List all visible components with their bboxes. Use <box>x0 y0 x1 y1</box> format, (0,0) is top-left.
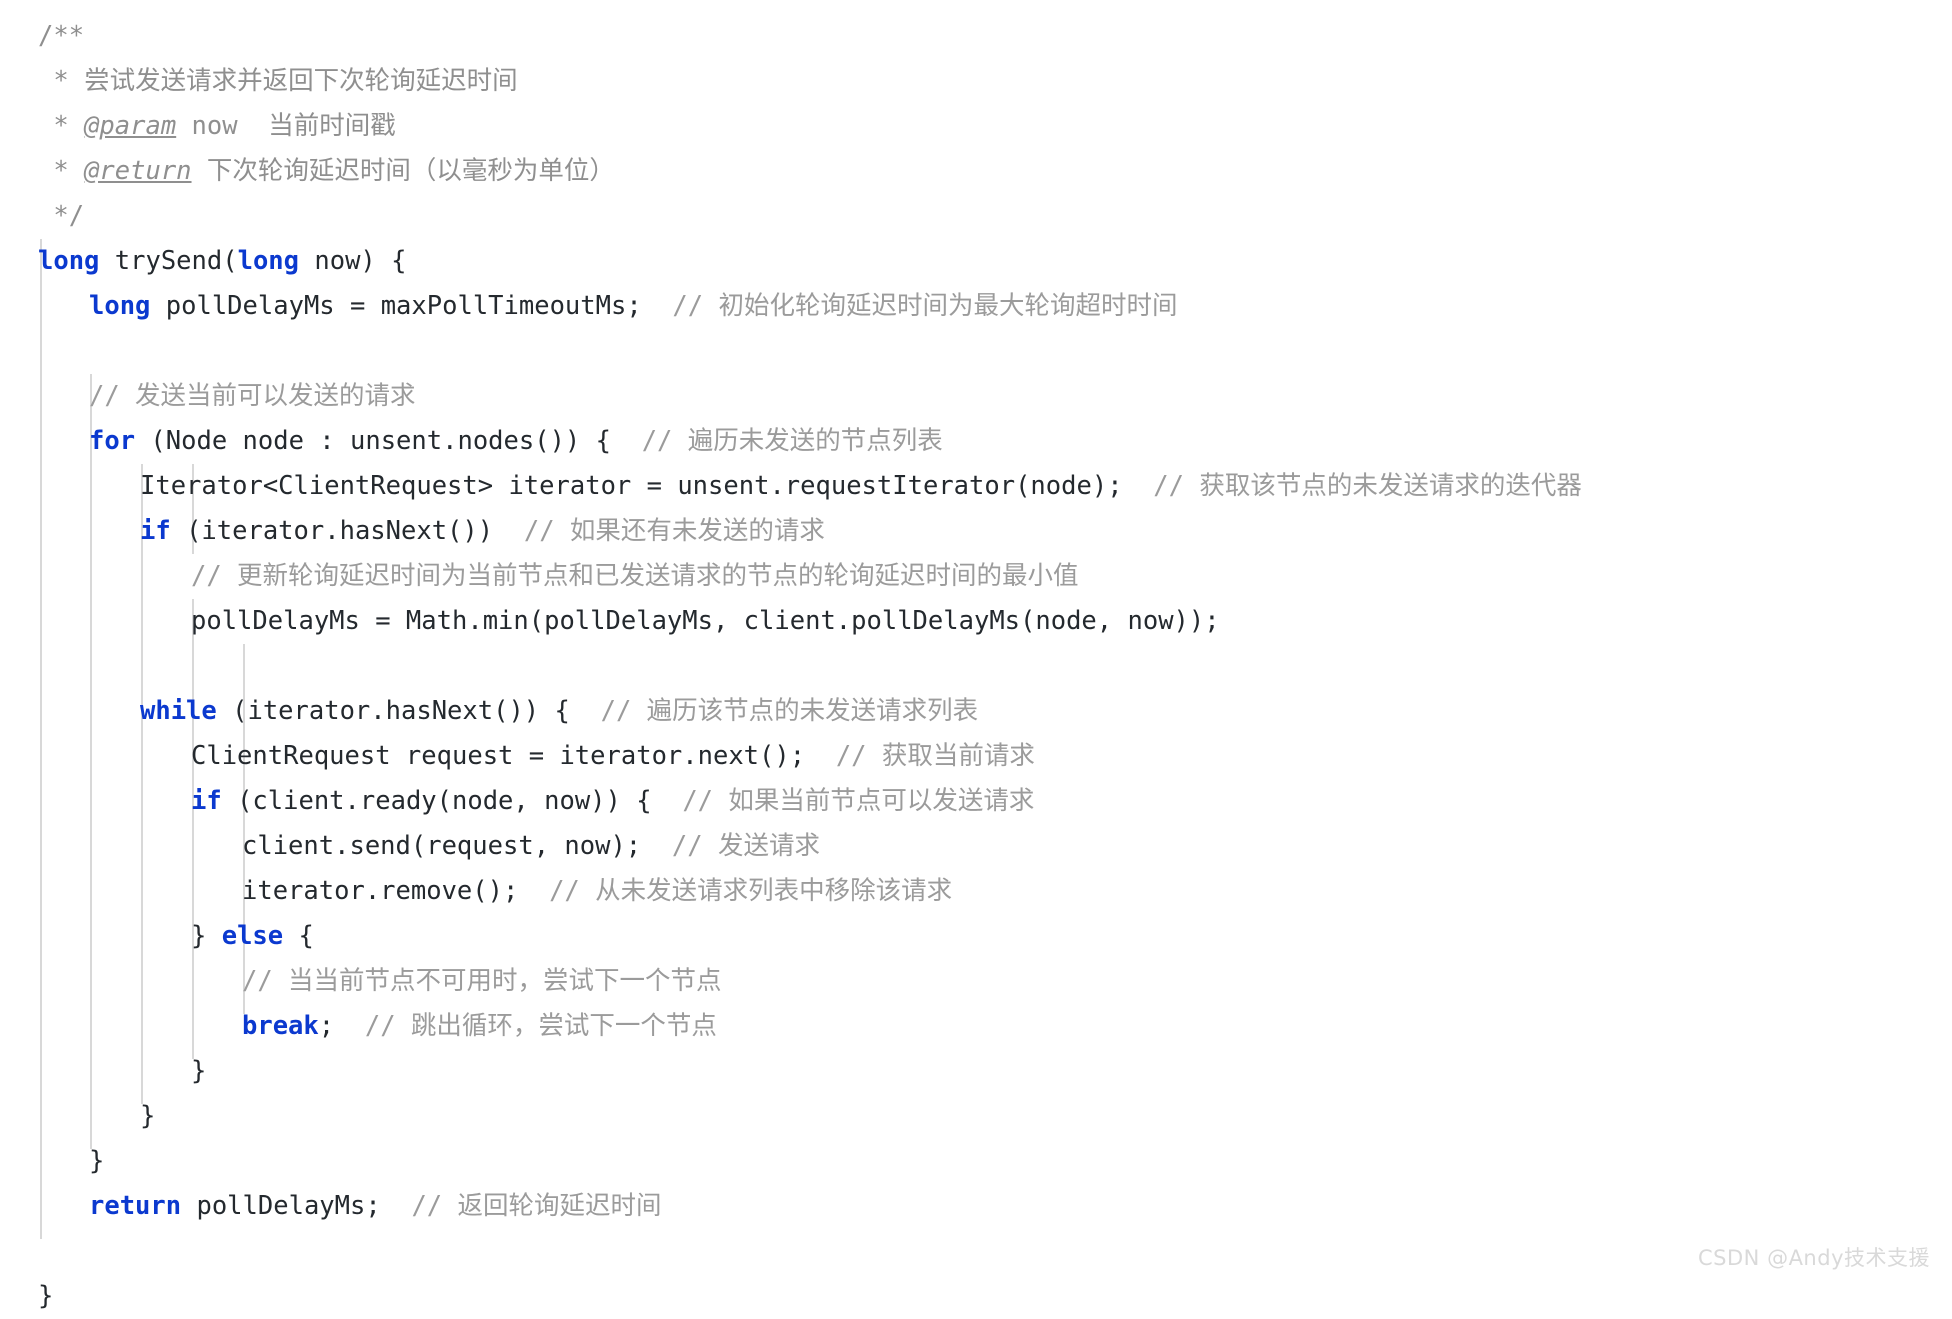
inline-comment: // 从未发送请求列表中移除该请求 <box>549 876 953 906</box>
javadoc-param-tag: @param <box>84 111 177 141</box>
code-line-15-blank <box>0 644 1952 689</box>
code-line-8-blank <box>0 329 1952 374</box>
javadoc-return-desc: 下次轮询延迟时间（以毫秒为单位） <box>191 156 615 186</box>
statement: ; <box>318 1011 335 1041</box>
inline-comment: // 遍历该节点的未发送请求列表 <box>600 696 979 726</box>
keyword-for: for <box>89 426 136 456</box>
code-line-16-while: while (iterator.hasNext()) { // 遍历该节点的未发… <box>0 689 1952 734</box>
keyword-long: long <box>237 246 300 276</box>
code-line-21-else: } else { <box>0 914 1952 959</box>
statement: (iterator.hasNext()) { <box>216 696 570 726</box>
statement: pollDelayMs; <box>181 1191 381 1221</box>
code-line-3: * @param now 当前时间戳 <box>0 104 1952 149</box>
code-line-23-break: break; // 跳出循环，尝试下一个节点 <box>0 1004 1952 1049</box>
opening-brace: { <box>283 921 314 951</box>
closing-brace: } <box>191 921 222 951</box>
inline-comment: // 如果当前节点可以发送请求 <box>682 786 1035 816</box>
code-line-19: client.send(request, now); // 发送请求 <box>0 824 1952 869</box>
code-line-26-close-for: } <box>89 1146 105 1176</box>
statement: iterator.remove(); <box>242 876 519 906</box>
code-line-1: /** <box>38 21 85 51</box>
code-line-11: Iterator<ClientRequest> iterator = unsen… <box>0 464 1952 509</box>
code-line-12-if: if (iterator.hasNext()) // 如果还有未发送的请求 <box>0 509 1952 554</box>
statement: Iterator<ClientRequest> iterator = unsen… <box>140 471 1123 501</box>
javadoc-star: * <box>38 111 85 141</box>
code-line-6-method-signature: long trySend(long now) { <box>0 239 1952 284</box>
statement: (iterator.hasNext()) <box>170 516 494 546</box>
code-line-5: */ <box>38 201 85 231</box>
javadoc-star: * <box>38 156 85 186</box>
keyword-long: long <box>38 246 100 276</box>
code-line-22: // 当当前节点不可用时，尝试下一个节点 <box>242 966 722 996</box>
javadoc-star: * <box>38 66 85 96</box>
code-line-10-for-loop: for (Node node : unsent.nodes()) { // 遍历… <box>0 419 1952 464</box>
javadoc-return-tag: @return <box>84 156 192 186</box>
code-line-2: * 尝试发送请求并返回下次轮询延迟时间 <box>0 59 1952 104</box>
inline-comment: // 获取当前请求 <box>835 741 1035 771</box>
inline-comment: // 跳出循环，尝试下一个节点 <box>364 1011 717 1041</box>
code-line-9: // 发送当前可以发送的请求 <box>89 381 416 411</box>
keyword-if: if <box>140 516 171 546</box>
statement: ClientRequest request = iterator.next(); <box>191 741 806 771</box>
keyword-while: while <box>140 696 217 726</box>
code-line-13: // 更新轮询延迟时间为当前节点和已发送请求的节点的轮询延迟时间的最小值 <box>191 561 1079 591</box>
code-line-18-if: if (client.ready(node, now)) { // 如果当前节点… <box>0 779 1952 824</box>
inline-comment: // 初始化轮询延迟时间为最大轮询超时时间 <box>672 291 1178 321</box>
code-line-20: iterator.remove(); // 从未发送请求列表中移除该请求 <box>0 869 1952 914</box>
code-line-14: pollDelayMs = Math.min(pollDelayMs, clie… <box>191 606 1220 636</box>
method-name: trySend( <box>99 246 238 276</box>
code-line-28-blank <box>0 1229 1952 1274</box>
keyword-break: break <box>242 1011 319 1041</box>
keyword-else: else <box>221 921 284 951</box>
keyword-return: return <box>89 1191 182 1221</box>
code-line-17: ClientRequest request = iterator.next();… <box>0 734 1952 779</box>
inline-comment: // 发送请求 <box>671 831 820 861</box>
inline-comment: // 如果还有未发送的请求 <box>523 516 825 546</box>
statement: pollDelayMs = maxPollTimeoutMs; <box>150 291 642 321</box>
statement: client.send(request, now); <box>242 831 642 861</box>
keyword-if: if <box>191 786 222 816</box>
statement: (client.ready(node, now)) { <box>221 786 652 816</box>
inline-comment: // 遍历未发送的节点列表 <box>641 426 943 456</box>
code-line-4: * @return 下次轮询延迟时间（以毫秒为单位） <box>0 149 1952 194</box>
javadoc-param-desc: now 当前时间戳 <box>176 111 396 141</box>
method-params: now) { <box>299 246 407 276</box>
code-line-7: long pollDelayMs = maxPollTimeoutMs; // … <box>0 284 1952 329</box>
code-line-25-close-while: } <box>140 1101 156 1131</box>
code-line-27-return: return pollDelayMs; // 返回轮询延迟时间 <box>0 1184 1952 1229</box>
inline-comment: // 获取该节点的未发送请求的迭代器 <box>1153 471 1582 501</box>
keyword-long: long <box>89 291 151 321</box>
code-line-24-close-else: } <box>191 1056 207 1086</box>
code-line-29-close-method: } <box>38 1281 54 1311</box>
inline-comment: // 返回轮询延迟时间 <box>411 1191 662 1221</box>
statement: (Node node : unsent.nodes()) { <box>135 426 611 456</box>
code-viewer: /** * 尝试发送请求并返回下次轮询延迟时间 * @param now 当前时… <box>0 0 1952 1311</box>
javadoc-summary: 尝试发送请求并返回下次轮询延迟时间 <box>84 66 518 96</box>
